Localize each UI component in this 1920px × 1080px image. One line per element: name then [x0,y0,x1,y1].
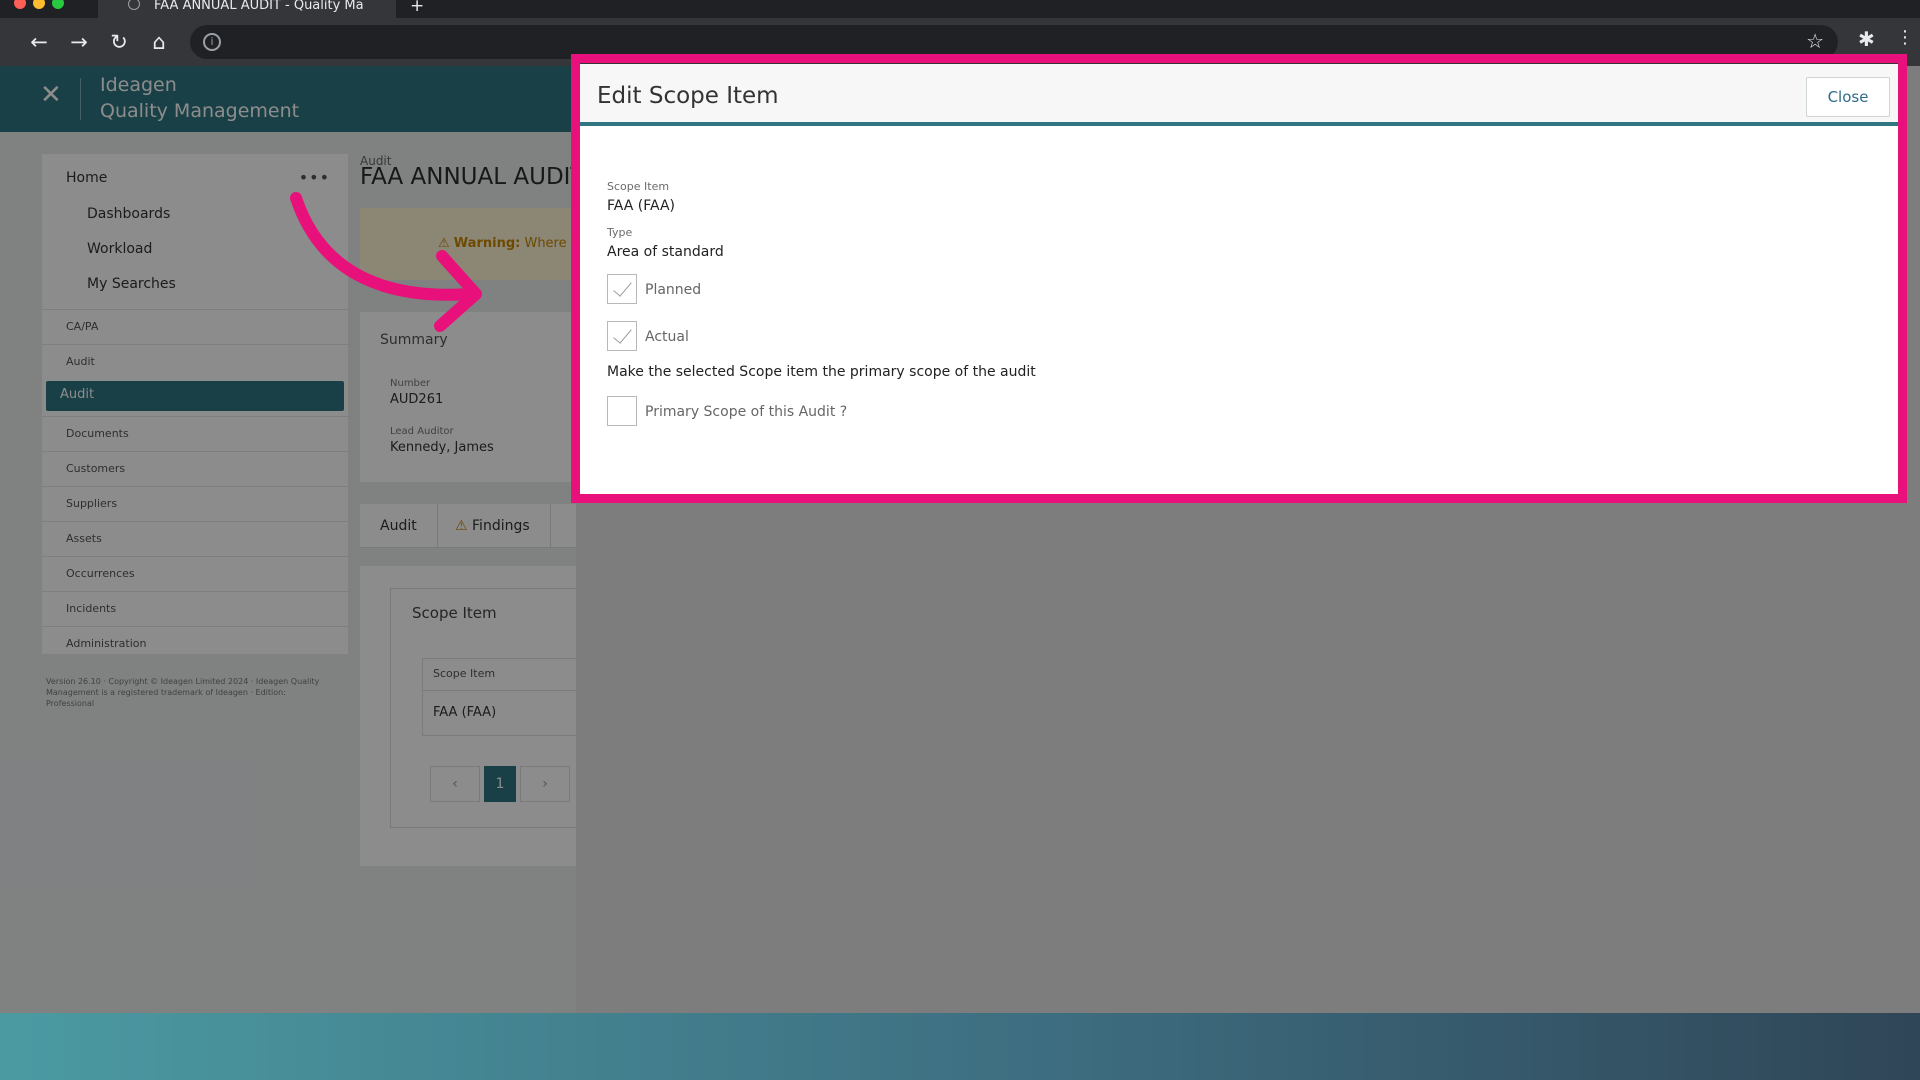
site-info-icon[interactable]: i [203,33,221,51]
browser-menu-icon[interactable]: ⋮ [1896,27,1914,48]
globe-icon [128,0,140,10]
close-window-dot[interactable] [14,0,26,9]
back-arrow-icon[interactable]: ← [24,27,54,57]
browser-tab-strip: FAA ANNUAL AUDIT - Quality Ma + [0,0,1920,18]
desktop-background [0,1013,1920,1080]
browser-tab[interactable]: FAA ANNUAL AUDIT - Quality Ma [98,0,396,18]
home-icon[interactable]: ⌂ [144,27,174,57]
pointer-arrow-icon [290,192,482,332]
maximize-window-dot[interactable] [52,0,64,9]
window-controls [14,0,71,13]
browser-tab-title: FAA ANNUAL AUDIT - Quality Ma [154,0,364,13]
reload-icon[interactable]: ↻ [104,27,134,57]
new-tab-button[interactable]: + [410,0,424,16]
bookmark-star-icon[interactable]: ☆ [1806,29,1824,53]
extensions-puzzle-icon[interactable]: ✱ [1858,27,1875,51]
forward-arrow-icon[interactable]: → [64,27,94,57]
minimize-window-dot[interactable] [33,0,45,9]
highlight-frame [571,54,1907,503]
